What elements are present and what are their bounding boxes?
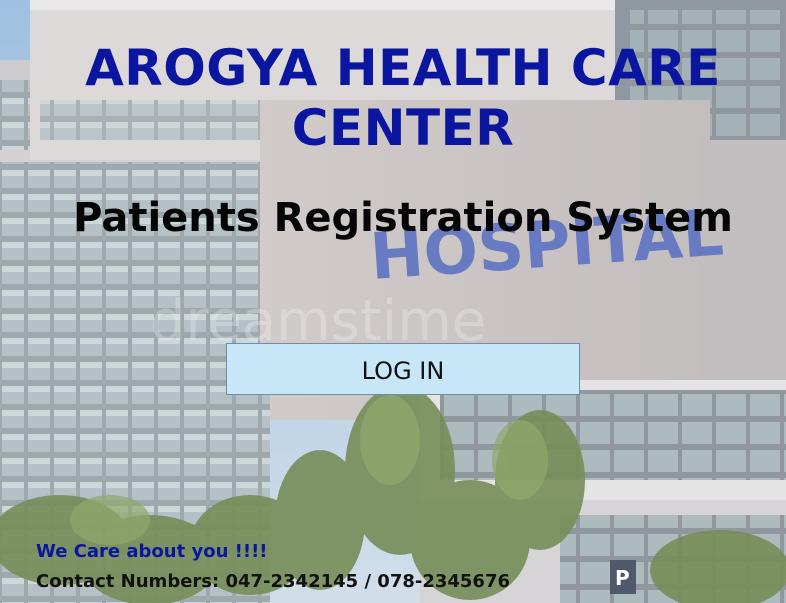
tagline-text: We Care about you !!!!: [36, 541, 268, 562]
page-subtitle: Patients Registration System: [73, 195, 733, 241]
contact-numbers: Contact Numbers: 047-2342145 / 078-23456…: [36, 571, 511, 592]
page-title: AROGYA HEALTH CARE CENTER: [85, 39, 721, 157]
login-button[interactable]: LOG IN: [226, 343, 580, 395]
